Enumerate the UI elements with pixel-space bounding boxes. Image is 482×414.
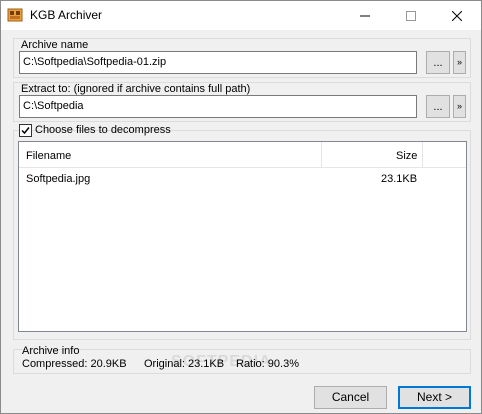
column-size[interactable]: Size bbox=[396, 150, 417, 162]
cancel-button[interactable]: Cancel bbox=[314, 386, 387, 409]
minimize-button[interactable] bbox=[342, 1, 388, 30]
maximize-button[interactable] bbox=[388, 1, 434, 30]
extract-more-button[interactable]: » bbox=[453, 95, 466, 118]
archive-browse-button[interactable]: ... bbox=[426, 51, 450, 74]
file-size-cell: 23.1KB bbox=[381, 173, 418, 185]
archive-name-label: Archive name bbox=[21, 39, 89, 51]
file-list[interactable]: Filename Size Softpedia.jpg 23.1KB bbox=[18, 141, 467, 332]
compressed-size: Compressed: 20.9KB bbox=[22, 358, 127, 370]
extract-to-group: Extract to: (ignored if archive contains… bbox=[13, 82, 471, 122]
title-bar[interactable]: KGB Archiver bbox=[1, 1, 481, 30]
compression-ratio: Ratio: 90.3% bbox=[236, 358, 299, 370]
column-divider[interactable] bbox=[422, 142, 423, 167]
file-list-header: Filename Size bbox=[19, 142, 466, 168]
minimize-icon bbox=[360, 15, 370, 16]
maximize-icon bbox=[406, 10, 416, 21]
table-row[interactable]: Softpedia.jpg 23.1KB bbox=[19, 170, 466, 187]
archive-name-input[interactable]: C:\Softpedia\Softpedia-01.zip bbox=[19, 51, 417, 74]
close-icon bbox=[452, 10, 462, 21]
archive-info-label: Archive info bbox=[22, 345, 80, 357]
file-name-cell: Softpedia.jpg bbox=[26, 173, 91, 185]
close-button[interactable] bbox=[434, 1, 480, 30]
extract-browse-button[interactable]: ... bbox=[426, 95, 450, 118]
choose-files-checkbox[interactable] bbox=[19, 124, 32, 137]
choose-files-label[interactable]: Choose files to decompress bbox=[35, 124, 171, 136]
original-size: Original: 23.1KB bbox=[144, 358, 225, 370]
archive-name-group: Archive name C:\Softpedia\Softpedia-01.z… bbox=[13, 38, 471, 78]
checkmark-icon bbox=[21, 127, 30, 135]
archive-more-button[interactable]: » bbox=[453, 51, 466, 74]
next-button[interactable]: Next > bbox=[398, 386, 471, 409]
kgb-archiver-window: KGB Archiver Archive name C:\Softpedia\S… bbox=[0, 0, 482, 414]
window-title: KGB Archiver bbox=[30, 8, 103, 22]
column-divider[interactable] bbox=[321, 142, 322, 167]
extract-to-label: Extract to: (ignored if archive contains… bbox=[21, 83, 251, 95]
column-filename[interactable]: Filename bbox=[26, 150, 71, 162]
kgb-app-icon bbox=[7, 8, 23, 22]
extract-to-input[interactable]: C:\Softpedia bbox=[19, 95, 417, 118]
